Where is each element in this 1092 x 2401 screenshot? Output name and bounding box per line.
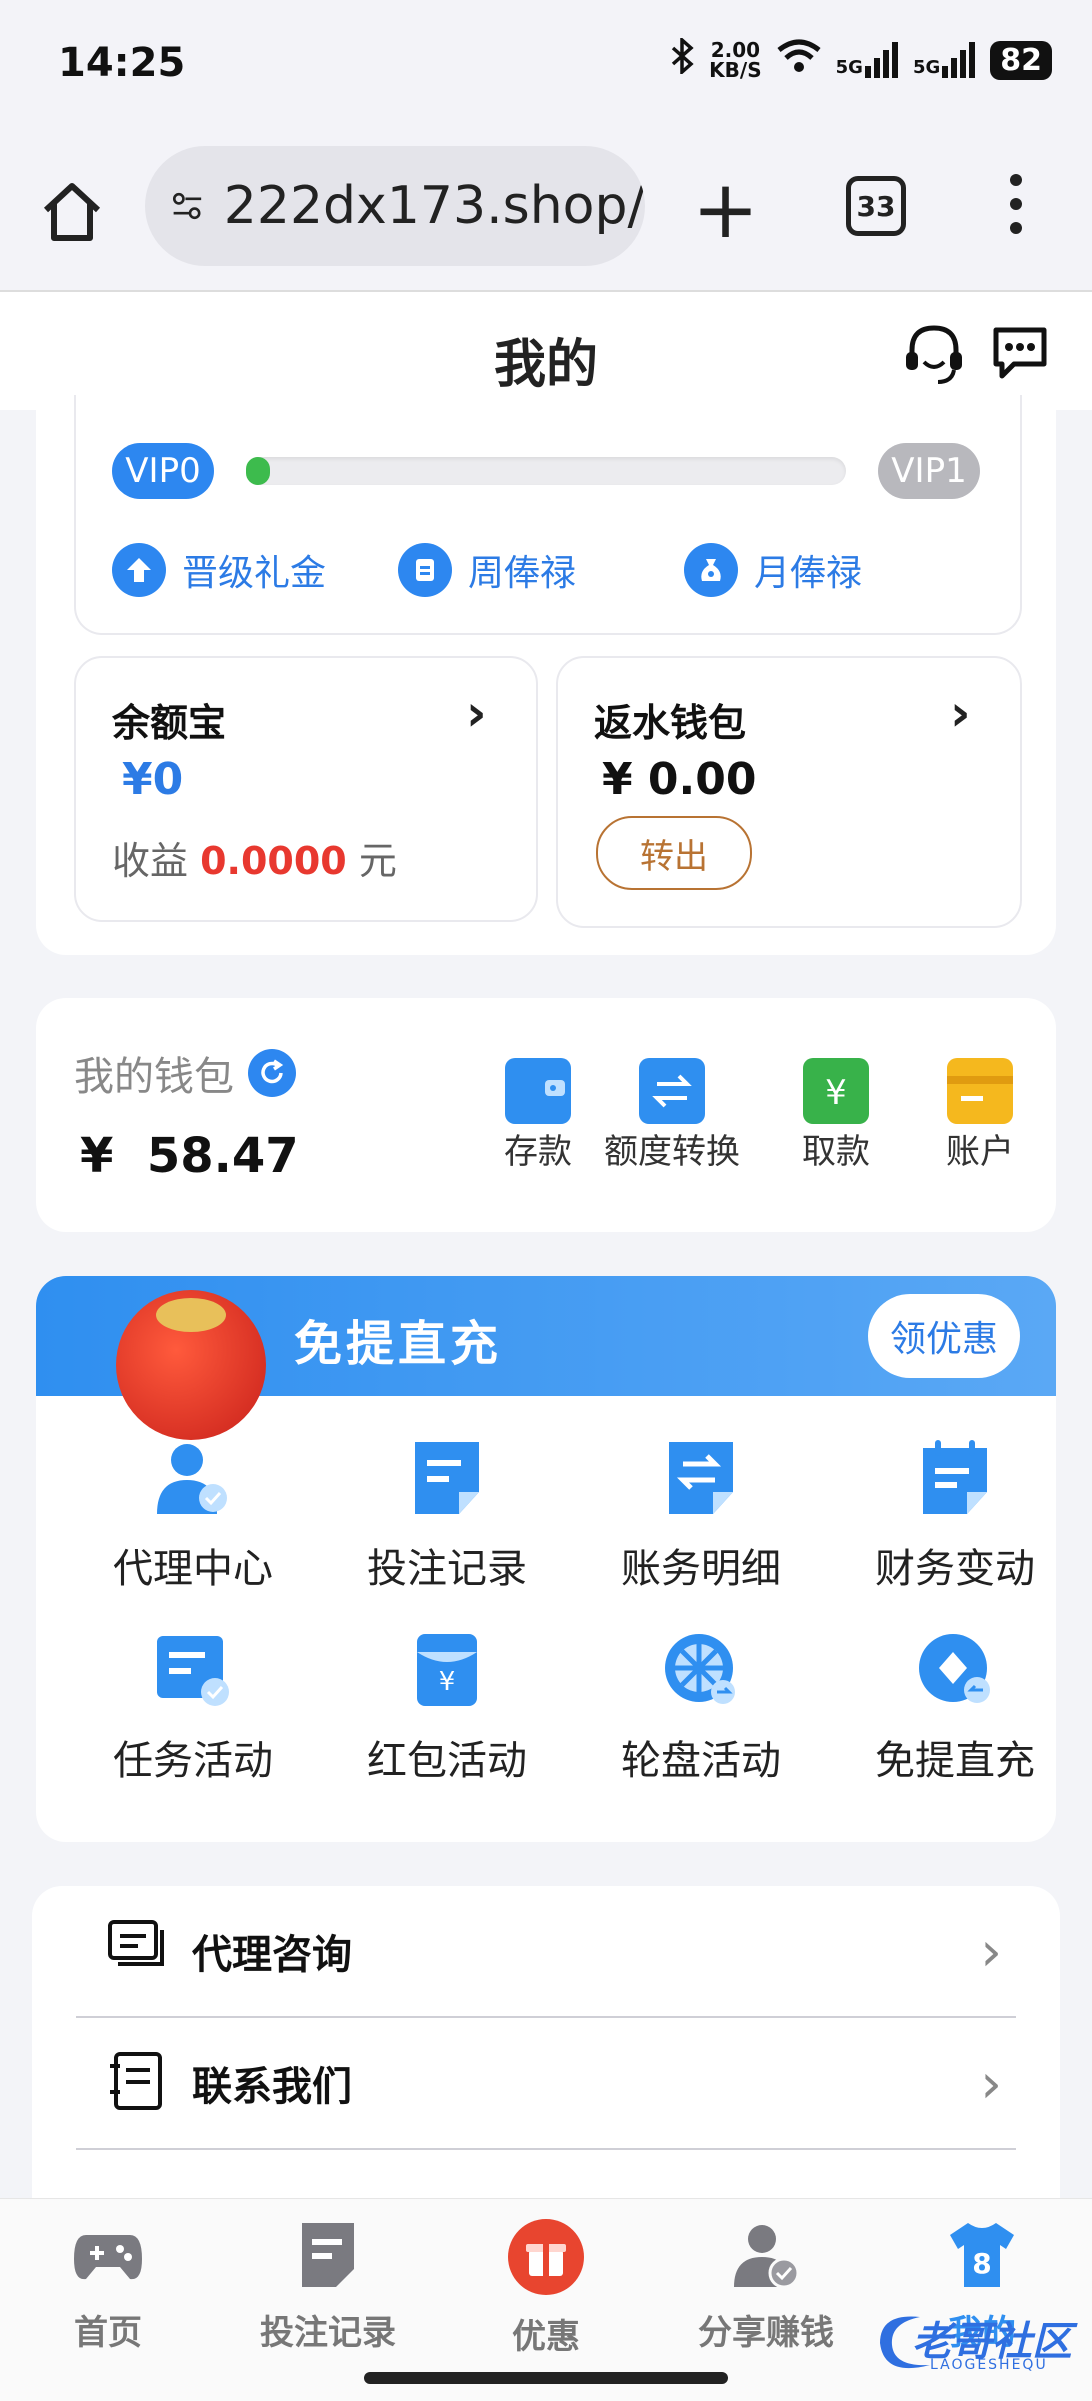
page-header: 我的 <box>0 292 1092 410</box>
roulette-icon <box>659 1628 743 1712</box>
grid-item-agent-center[interactable]: 代理中心 <box>68 1436 318 1594</box>
list-item-agent-consult[interactable]: 代理咨询 › <box>76 1886 1016 2018</box>
weekly-icon <box>398 543 452 597</box>
site-settings-icon[interactable] <box>171 181 204 231</box>
tab-switcher-button[interactable]: 33 <box>846 176 906 236</box>
monthly-icon <box>684 543 738 597</box>
grid-item-account-detail[interactable]: 账务明细 <box>576 1436 826 1594</box>
quota-transfer-button[interactable]: 额度转换 <box>582 1058 762 1173</box>
vip-panel: VIP0 VIP1 晋级礼金 周俸禄 月俸禄 <box>74 395 1022 635</box>
grid-item-red-envelope[interactable]: ¥ 红包活动 <box>322 1628 572 1786</box>
address-bar[interactable]: 222dx173.shop/ <box>145 146 645 266</box>
yuebao-amount: ¥0 <box>122 754 184 805</box>
task-icon <box>151 1628 235 1712</box>
nav-home[interactable]: 首页 <box>8 2219 208 2354</box>
card-icon <box>947 1058 1013 1124</box>
status-icons: 2.00 KB/S 5G 5G 82 <box>669 36 1052 82</box>
svg-text:8: 8 <box>972 2247 991 2280</box>
gamepad-icon <box>72 2219 144 2291</box>
agent-center-icon <box>151 1436 235 1520</box>
promo-banner[interactable]: 免提直充 领优惠 <box>36 1276 1056 1440</box>
account-button[interactable]: 账户 <box>910 1058 1050 1173</box>
finance-change-icon <box>913 1436 997 1520</box>
list-item-contact-us[interactable]: 联系我们 › <box>76 2018 1016 2150</box>
grid-item-finance-change[interactable]: 财务变动 <box>830 1436 1056 1594</box>
services-card: 免提直充 领优惠 代理中心 投注记录 账务明细 财务变动 任务活动 ¥ 红包活动… <box>36 1276 1056 1842</box>
refresh-icon[interactable] <box>248 1049 296 1097</box>
chat-list-icon <box>106 1918 168 1984</box>
grid-item-direct-recharge[interactable]: 免提直充 <box>830 1628 1056 1786</box>
rebate-wallet-card[interactable]: 返水钱包 › ¥ 0.00 转出 <box>556 656 1022 928</box>
upgrade-icon <box>112 543 166 597</box>
rebate-title: 返水钱包 <box>594 701 747 745</box>
monthly-salary-link[interactable]: 月俸禄 <box>684 543 862 597</box>
wifi-icon <box>776 38 822 82</box>
vip-progress-fill <box>246 457 270 485</box>
yuebao-title: 余额宝 <box>112 701 227 745</box>
status-time: 14:25 <box>58 40 186 86</box>
new-tab-button[interactable]: + <box>692 170 759 250</box>
lucky-bag-icon <box>116 1290 266 1440</box>
yuebao-card[interactable]: 余额宝 › ¥0 收益 0.0000 元 <box>74 656 538 922</box>
upgrade-bonus-link[interactable]: 晋级礼金 <box>112 543 326 597</box>
contact-note-icon <box>106 2050 168 2116</box>
transfer-out-button[interactable]: 转出 <box>596 816 752 890</box>
wallet-card: 我的钱包 ¥ 58.47 存款 额度转换 ¥ 取款 账户 <box>36 998 1056 1232</box>
yuebao-income-value: 0.0000 <box>200 839 347 883</box>
bet-record-icon <box>405 1436 489 1520</box>
chevron-right-icon: › <box>950 684 971 742</box>
yuebao-income: 收益 0.0000 元 <box>112 839 397 883</box>
battery-indicator: 82 <box>990 40 1052 80</box>
home-button[interactable] <box>40 180 104 244</box>
gesture-home-indicator[interactable] <box>364 2372 728 2384</box>
status-bar: 14:25 2.00 KB/S 5G 5G 82 <box>0 0 1092 130</box>
signal-icon: 5G <box>836 42 899 78</box>
home-icon <box>43 183 101 241</box>
vip-progress-track <box>246 457 846 485</box>
chevron-right-icon: › <box>980 1919 1002 1983</box>
nav-bet-record[interactable]: 投注记录 <box>228 2219 428 2354</box>
message-icon[interactable] <box>990 322 1050 382</box>
more-menu-button[interactable] <box>1010 174 1024 246</box>
browser-toolbar: 222dx173.shop/ + 33 <box>0 130 1092 292</box>
watermark-logo: 老哥社区 LAOGESHEQU <box>860 2303 1080 2383</box>
grid-item-roulette[interactable]: 轮盘活动 <box>576 1628 826 1786</box>
vip-current-badge: VIP0 <box>112 443 214 499</box>
rebate-amount: ¥ 0.00 <box>602 754 757 805</box>
share-user-icon <box>730 2219 802 2291</box>
svg-text:¥: ¥ <box>439 1667 456 1697</box>
url-text: 222dx173.shop/ <box>223 176 645 236</box>
customer-service-icon[interactable] <box>902 322 962 384</box>
chevron-right-icon: › <box>980 2051 1002 2115</box>
gift-icon <box>508 2219 584 2295</box>
bet-record-icon <box>292 2219 364 2291</box>
transfer-icon <box>639 1058 705 1124</box>
grid-item-task[interactable]: 任务活动 <box>68 1628 318 1786</box>
bottom-navigation: 首页 投注记录 优惠 分享赚钱 8 我的 老哥社区 LAOGESHEQU <box>0 2198 1092 2401</box>
red-envelope-icon: ¥ <box>405 1628 489 1712</box>
promo-title: 免提直充 <box>294 1316 503 1372</box>
withdraw-button[interactable]: ¥ 取款 <box>766 1058 906 1173</box>
wallet-title: 我的钱包 <box>74 1044 296 1102</box>
nav-share-earn[interactable]: 分享赚钱 <box>666 2219 866 2354</box>
weekly-salary-link[interactable]: 周俸禄 <box>398 543 576 597</box>
chevron-right-icon: › <box>466 684 487 742</box>
vip-next-badge: VIP1 <box>878 443 980 499</box>
net-speed: 2.00 KB/S <box>709 38 762 82</box>
nav-promotions[interactable]: 优惠 <box>446 2219 646 2358</box>
account-detail-icon <box>659 1436 743 1520</box>
wallet-deposit-icon <box>505 1058 571 1124</box>
direct-recharge-icon <box>913 1628 997 1712</box>
signal-icon-2: 5G <box>913 42 976 78</box>
bluetooth-icon <box>669 36 695 82</box>
claim-offer-button[interactable]: 领优惠 <box>868 1294 1020 1378</box>
withdraw-icon: ¥ <box>803 1058 869 1124</box>
jersey-icon: 8 <box>946 2219 1018 2291</box>
grid-item-bet-record[interactable]: 投注记录 <box>322 1436 572 1594</box>
wallet-amount: ¥ 58.47 <box>80 1128 299 1184</box>
svg-text:¥: ¥ <box>825 1073 847 1113</box>
